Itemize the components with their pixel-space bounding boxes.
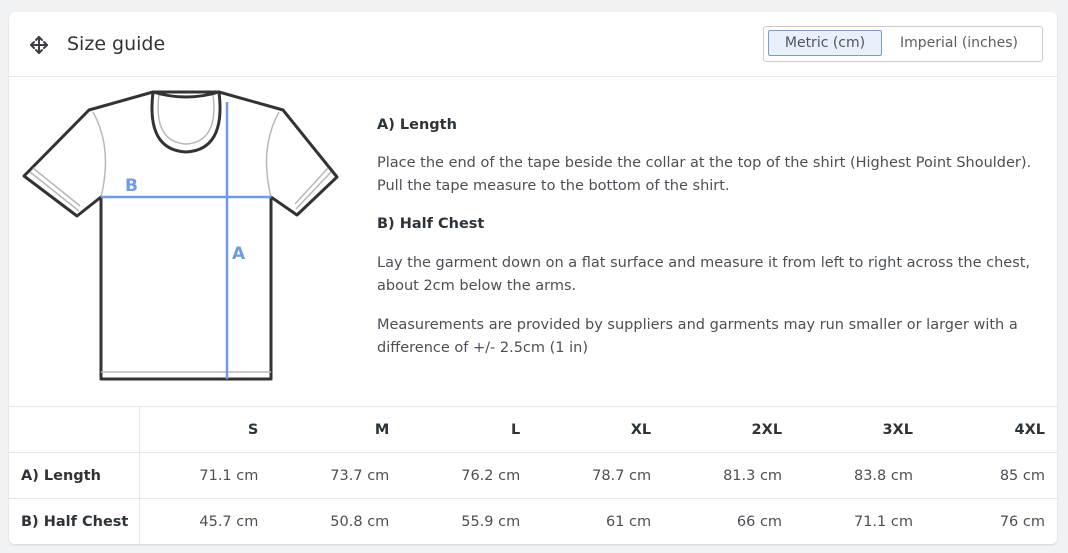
row-label: A) Length <box>9 452 140 499</box>
table-cell: 55.9 cm <box>401 498 533 544</box>
table-cell: 61 cm <box>532 498 664 544</box>
table-cell: 76 cm <box>924 498 1057 544</box>
size-header-row: S M L XL 2XL 3XL 4XL <box>9 406 1057 453</box>
size-guide-header: Size guide Metric (cm) Imperial (inches) <box>9 12 1057 77</box>
metric-unit-button[interactable]: Metric (cm) <box>768 30 882 56</box>
page-title: Size guide <box>67 33 166 55</box>
measurement-instructions: A) Length Place the end of the tape besi… <box>377 114 1047 360</box>
table-cell: 66 cm <box>663 498 795 544</box>
table-cell: 76.2 cm <box>401 452 533 499</box>
measurement-note: Measurements are provided by suppliers a… <box>377 317 1018 356</box>
table-cell: 85 cm <box>924 452 1057 499</box>
size-column-header: M <box>270 406 402 453</box>
imperial-unit-button[interactable]: Imperial (inches) <box>894 31 1024 55</box>
table-cell: 83.8 cm <box>794 452 925 499</box>
row-label: B) Half Chest <box>9 498 140 544</box>
table-cell: 50.8 cm <box>270 498 402 544</box>
label-b: B <box>125 176 138 196</box>
label-a: A <box>232 244 246 264</box>
table-cell: 71.1 cm <box>139 452 271 499</box>
size-table: S M L XL 2XL 3XL 4XL A) Length 71.1 cm 7… <box>9 406 1057 544</box>
size-header-corner <box>9 406 140 453</box>
length-heading: A) Length <box>377 117 457 133</box>
size-column-header: 3XL <box>794 406 925 453</box>
tshirt-outline <box>22 90 339 381</box>
size-column-header: L <box>401 406 533 453</box>
size-column-header: XL <box>532 406 664 453</box>
table-cell: 45.7 cm <box>139 498 271 544</box>
length-instructions: Place the end of the tape beside the col… <box>377 155 1032 194</box>
table-cell: 81.3 cm <box>663 452 795 499</box>
table-row: B) Half Chest 45.7 cm 50.8 cm 55.9 cm 61… <box>9 498 1057 544</box>
table-row: A) Length 71.1 cm 73.7 cm 76.2 cm 78.7 c… <box>9 452 1057 499</box>
size-guide-card: Size guide Metric (cm) Imperial (inches)… <box>9 12 1057 544</box>
table-cell: 73.7 cm <box>270 452 402 499</box>
tshirt-measurement-diagram: B A <box>22 90 339 381</box>
size-column-header: S <box>139 406 271 453</box>
size-column-header: 4XL <box>924 406 1057 453</box>
move-arrows-icon[interactable] <box>29 35 49 55</box>
table-cell: 78.7 cm <box>532 452 664 499</box>
size-column-header: 2XL <box>663 406 795 453</box>
table-cell: 71.1 cm <box>794 498 925 544</box>
half-chest-heading: B) Half Chest <box>377 216 485 232</box>
tshirt-collar <box>150 91 222 154</box>
half-chest-instructions: Lay the garment down on a flat surface a… <box>377 255 1031 294</box>
unit-toggle: Metric (cm) Imperial (inches) <box>763 26 1043 62</box>
